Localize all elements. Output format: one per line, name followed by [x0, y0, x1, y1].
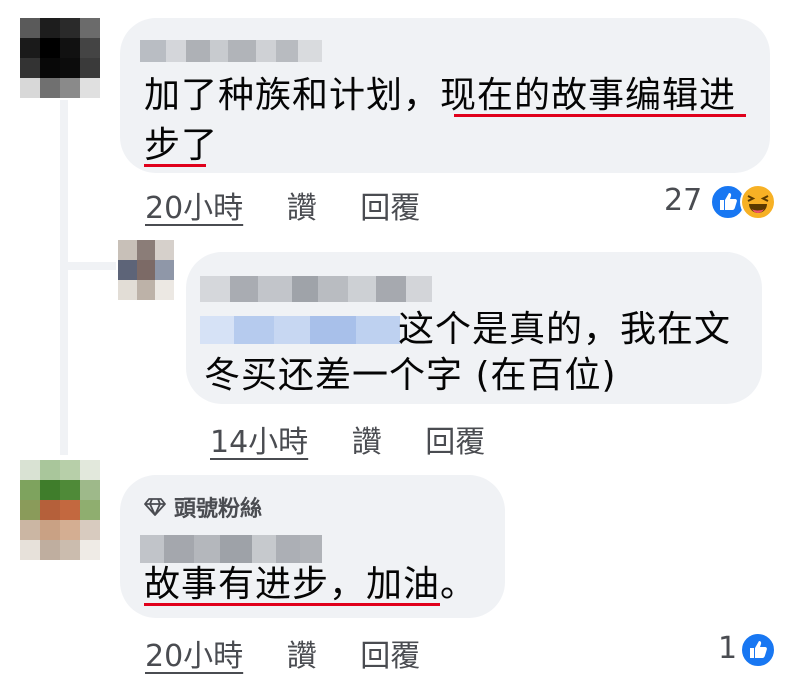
badge-label: 頭號粉絲 — [174, 497, 263, 522]
timestamp-link[interactable]: 20小時 — [145, 183, 243, 227]
comment-text: 冬买还差一个字 (在百位) — [204, 355, 617, 396]
reply-button[interactable]: 回覆 — [425, 417, 485, 461]
author-name-blurred[interactable] — [140, 40, 322, 62]
avatar[interactable] — [20, 18, 100, 98]
diamond-icon — [144, 498, 166, 516]
top-fan-badge: 頭號粉絲 — [144, 491, 262, 523]
mention-tag-blurred[interactable] — [200, 316, 400, 344]
thread-branch — [60, 262, 116, 270]
timestamp-link[interactable]: 20小時 — [145, 631, 243, 675]
comment-bubble: 加了种族和计划，现在的故事编辑进 步了 — [120, 18, 770, 173]
like-button[interactable]: 讚 — [287, 183, 317, 227]
author-name-blurred[interactable] — [200, 276, 432, 302]
highlight-underline — [144, 603, 440, 606]
comment-text: 这个是真的，我在文 — [398, 309, 732, 350]
like-button[interactable]: 讚 — [287, 631, 317, 675]
like-icon[interactable] — [740, 632, 776, 668]
reaction-count[interactable]: 27 — [664, 183, 702, 218]
comment-bubble: 頭號粉絲 故事有进步，加油。 — [120, 475, 505, 618]
comment-bubble: 这个是真的，我在文 冬买还差一个字 (在百位) — [186, 252, 762, 404]
comment-actions: 14小時 讚 回覆 — [210, 417, 485, 461]
haha-icon[interactable] — [740, 184, 776, 220]
reaction-count[interactable]: 1 — [718, 631, 737, 666]
highlight-underline — [144, 164, 206, 167]
reply-button[interactable]: 回覆 — [360, 631, 420, 675]
like-button[interactable]: 讚 — [352, 417, 382, 461]
thread-line — [60, 100, 68, 455]
author-name-blurred[interactable] — [140, 535, 322, 563]
comment-text: 故事有进步，加油。 — [144, 564, 478, 605]
highlight-underline — [454, 114, 746, 117]
avatar[interactable] — [118, 240, 174, 300]
timestamp-link[interactable]: 14小時 — [210, 417, 308, 461]
comment-text: 步了 — [144, 125, 219, 166]
reply-button[interactable]: 回覆 — [360, 183, 420, 227]
comment-text: 加了种族和计划，现在的故事编辑进 — [144, 75, 737, 116]
comment-actions: 20小時 讚 回覆 — [145, 631, 420, 675]
comment-actions: 20小時 讚 回覆 — [145, 183, 420, 227]
avatar[interactable] — [20, 460, 100, 560]
